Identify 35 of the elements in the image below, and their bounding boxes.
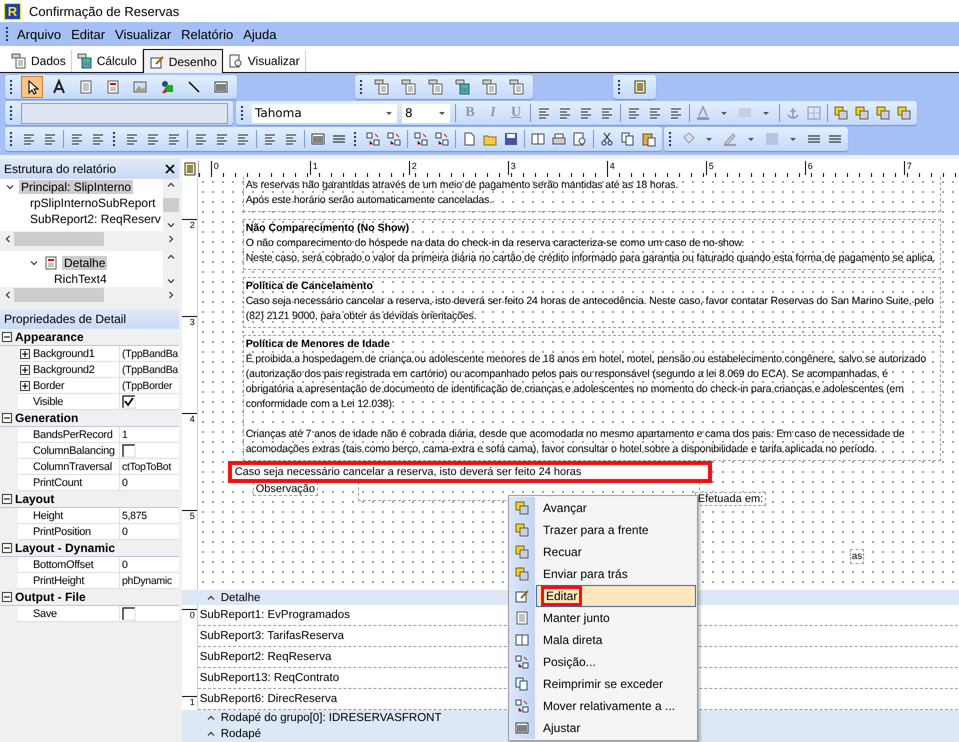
- vertical-ruler: 2 3 4 5: [182, 176, 198, 590]
- paragraph: Caso seja necessário cancelar a reserva, isto deverá ser feito 24 horas de antecedência. Neste caso, favor contatar Reservas do San Marino Suite, pelo (82) 2121 9000, para obter as devidas orientações.: [246, 294, 935, 324]
- paragraph: O não comparecimento do hóspede na data do check-in da reserva caracteriza-se como um caso de no-show.: [246, 236, 746, 251]
- property-name: Background2: [33, 364, 95, 376]
- section-heading: Política de Menores de Idade: [246, 336, 391, 352]
- vertical-ruler: 0 1: [182, 605, 198, 710]
- paragraph: Crianças até 7 anos de idade não é cobrada diária, desde que acomodada no mesmo apartamento e cama dos pais. Em caso de necessidade de acomodações extras (tais como berço, cama-extra e sofá cama), favor consultar o hotel sobre a disponibilidade e tarifa aplicada no período.: [246, 426, 906, 457]
- section-heading: Política de Cancelamento: [246, 278, 374, 294]
- property-name: BottomOffset: [33, 558, 94, 570]
- property-name: Background1: [33, 348, 95, 360]
- band-label: Rodapé do grupo[0]: IDRESERVASFRONT: [220, 712, 442, 724]
- property-name: Save: [33, 608, 57, 620]
- paragraph: Após este horário serão automaticamente canceladas.: [246, 192, 493, 208]
- property-name: Visible: [33, 396, 64, 408]
- band-label: Rodapé: [220, 728, 262, 740]
- band-label: Detalhe: [220, 592, 260, 604]
- panel-title: Propriedades de Detail: [4, 312, 126, 326]
- property-name: Height: [33, 510, 63, 522]
- property-name: ColumnTraversal: [33, 460, 112, 472]
- property-name: PrintPosition: [33, 526, 91, 538]
- paragraph: É proibida a hospedagem de criança ou adolescente menores de 18 anos em hotel, motel, pensão ou estabelecimento congênere, salvo se autorizado (autorização dos pais registrada em cartório) ou acompanhado pelos pais ou responsável (segundo a lei 8.069 do ECA). Se acompanhadas, é obrigatória a apresentação de documento de identificação de crianças e adolescentes no momento do check-in para crianças e adolescentes (em conformidade com a Lei 12.038).: [246, 352, 928, 412]
- paragraph: As reservas não garantidas através de um meio de pagamento serão mantidas até as 18 horas.: [246, 178, 680, 193]
- window-title: Confirmação de Reservas: [29, 4, 180, 18]
- app-logo: R: [4, 2, 21, 20]
- field-label: as: [850, 548, 864, 564]
- field-label: Efetuada em:: [694, 492, 766, 506]
- section-heading: Não Comparecimento (No Show): [246, 220, 410, 236]
- property-name: PrintHeight: [33, 574, 84, 586]
- panel-title: Estrutura do relatório: [4, 162, 116, 176]
- property-name: Border: [33, 380, 64, 392]
- property-name: ColumnBalancing: [33, 444, 115, 456]
- paragraph: Neste caso, será cobrado o valor da primeira diária no cartão de crédito informado para garantia ou faturado quando esta forma de pagamento se aplica.: [246, 250, 936, 266]
- horizontal-ruler: 0 1 2 3 4 5 6 7: [198, 160, 959, 177]
- property-name: PrintCount: [33, 476, 82, 488]
- property-name: BandsPerRecord: [33, 428, 113, 440]
